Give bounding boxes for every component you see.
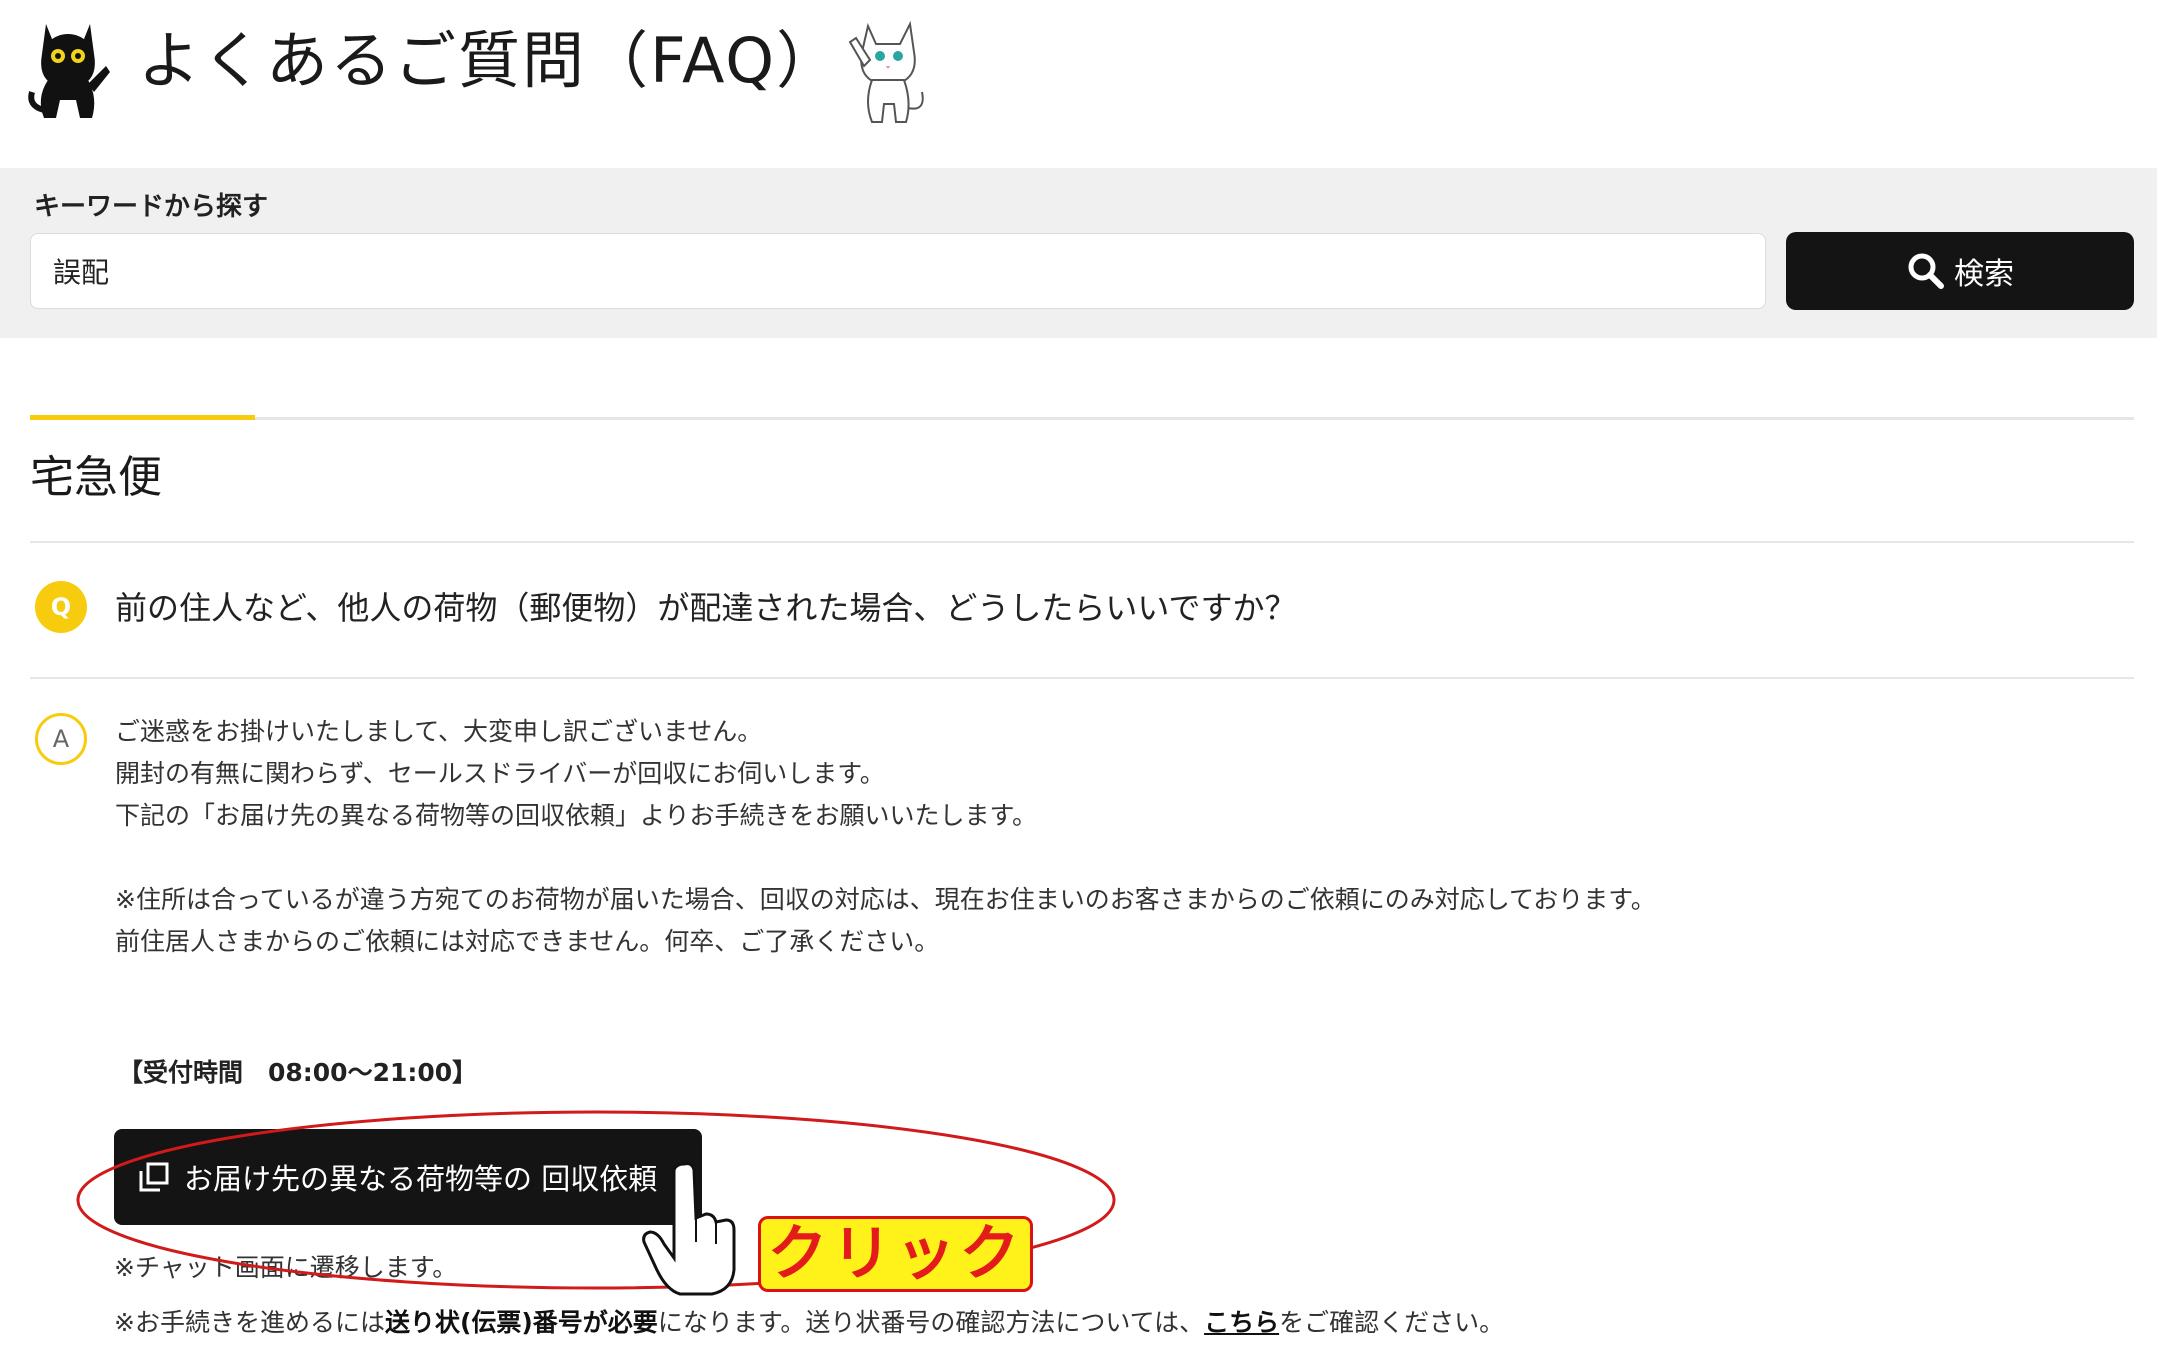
procedure-required: 送り状(伝票)番号が必要 <box>384 1308 658 1337</box>
search-button[interactable]: 検索 <box>1786 232 2134 310</box>
search-label: キーワードから探す <box>34 192 269 222</box>
reception-hours: 【受付時間 08:00～21:00】 <box>118 1058 478 1087</box>
white-cat-mascot-icon <box>848 20 924 123</box>
answer-line: ご迷惑をお掛けいたしまして、大変申し訳ございません。 <box>115 717 763 746</box>
divider <box>30 677 2134 679</box>
procedure-prefix: ※お手続きを進めるには <box>114 1308 385 1337</box>
click-callout: クリック <box>758 1216 1033 1292</box>
black-cat-mascot-icon <box>28 24 110 118</box>
answer-line: 開封の有無に関わらず、セールスドライバーが回収にお伺いします。 <box>115 759 885 788</box>
page-title: よくあるご質問（FAQ） <box>138 24 841 97</box>
question-badge: Q <box>35 581 87 633</box>
click-callout-label: クリック <box>767 1219 1024 1289</box>
category-title: 宅急便 <box>30 452 162 503</box>
answer-line: 前住居人さまからのご依頼には対応できません。何卒、ご了承ください。 <box>115 927 940 956</box>
question-text: 前の住人など、他人の荷物（郵便物）が配達された場合、どうしたらいいですか？ <box>115 589 1297 627</box>
search-icon <box>1908 253 1944 289</box>
divider <box>30 541 2134 543</box>
active-tab-indicator <box>30 415 255 420</box>
answer-badge: A <box>35 713 87 765</box>
procedure-note: ※お手続きを進めるには送り状(伝票)番号が必要になります。送り状番号の確認方法に… <box>114 1303 1504 1339</box>
procedure-middle: になります。送り状番号の確認方法については、 <box>657 1308 1205 1337</box>
tab-divider <box>30 417 2134 420</box>
answer-line: ※住所は合っているが違う方宛てのお荷物が届いた場合、回収の対応は、現在お住まいの… <box>115 885 1656 914</box>
answer-line: 下記の「お届け先の異なる荷物等の回収依頼」よりお手続きをお願いいたします。 <box>115 801 1038 830</box>
pointing-hand-icon <box>642 1162 736 1296</box>
procedure-suffix: をご確認ください。 <box>1279 1308 1505 1337</box>
tracking-number-help-link[interactable]: こちら <box>1204 1308 1279 1337</box>
search-input[interactable] <box>30 233 1766 309</box>
search-button-label: 検索 <box>1954 257 2014 292</box>
